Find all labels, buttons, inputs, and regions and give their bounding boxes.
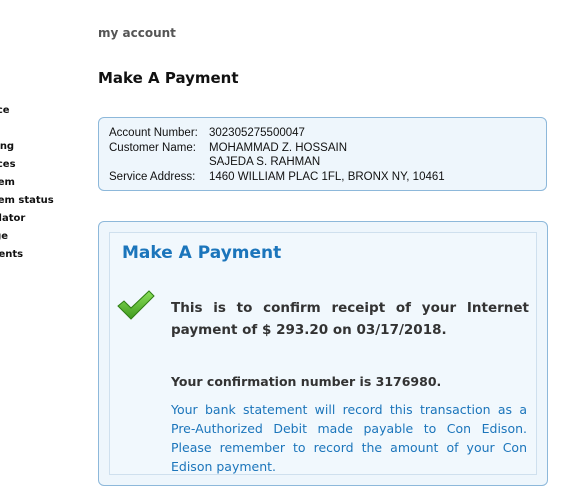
checkmark-icon bbox=[117, 290, 155, 320]
sidebar-item-reading[interactable]: Reading bbox=[0, 141, 14, 152]
customer-name-value-2: SAJEDA S. RAHMAN bbox=[209, 156, 321, 168]
confirmation-number: Your confirmation number is 3176980. bbox=[171, 374, 442, 389]
account-number-row: Account Number: 302305275500047 bbox=[109, 126, 546, 141]
service-address-value: 1460 WILLIAM PLAC 1FL, BRONX NY, 10461 bbox=[209, 170, 445, 183]
customer-name-row-2: SAJEDA S. RAHMAN bbox=[109, 155, 546, 170]
page-title: Make A Payment bbox=[98, 69, 239, 87]
bank-statement-note: Your bank statement will record this tra… bbox=[171, 402, 527, 474]
sidebar-item-payments[interactable]: Payments bbox=[0, 249, 23, 260]
sidebar-item-problem-status[interactable]: Problem status bbox=[0, 195, 54, 206]
sidebar-item-service[interactable]: Service bbox=[0, 105, 10, 116]
account-info-box: Account Number: 302305275500047 Customer… bbox=[98, 117, 547, 191]
account-number-value: 302305275500047 bbox=[209, 127, 305, 139]
confirmation-inner-panel: Make A Payment This is to confirm receip… bbox=[109, 232, 537, 475]
sidebar-item-services[interactable]: Services bbox=[0, 159, 16, 170]
service-address-label: Service Address: bbox=[109, 170, 196, 183]
sidebar-item-calculator[interactable]: Calculator bbox=[0, 213, 25, 224]
customer-name-row: Customer Name: MOHAMMAD Z. HOSSAIN bbox=[109, 141, 546, 156]
sidebar-nav: Service Reading Services Problem Problem sta… bbox=[0, 105, 70, 265]
payment-confirmation-panel: Make A Payment This is to confirm receip… bbox=[98, 221, 548, 486]
account-number-label: Account Number: bbox=[109, 127, 198, 139]
customer-name-value-1: MOHAMMAD Z. HOSSAIN bbox=[209, 141, 348, 154]
customer-name-label: Customer Name: bbox=[109, 141, 196, 154]
confirmation-message: This is to confirm receipt of your Inter… bbox=[171, 300, 529, 338]
service-address-row: Service Address: 1460 WILLIAM PLAC 1FL, … bbox=[109, 170, 546, 185]
breadcrumb[interactable]: my account bbox=[98, 26, 176, 40]
confirmation-heading: Make A Payment bbox=[122, 243, 282, 263]
sidebar-item-charge[interactable]: Charge bbox=[0, 231, 8, 242]
sidebar-item-problem[interactable]: Problem bbox=[0, 177, 15, 188]
